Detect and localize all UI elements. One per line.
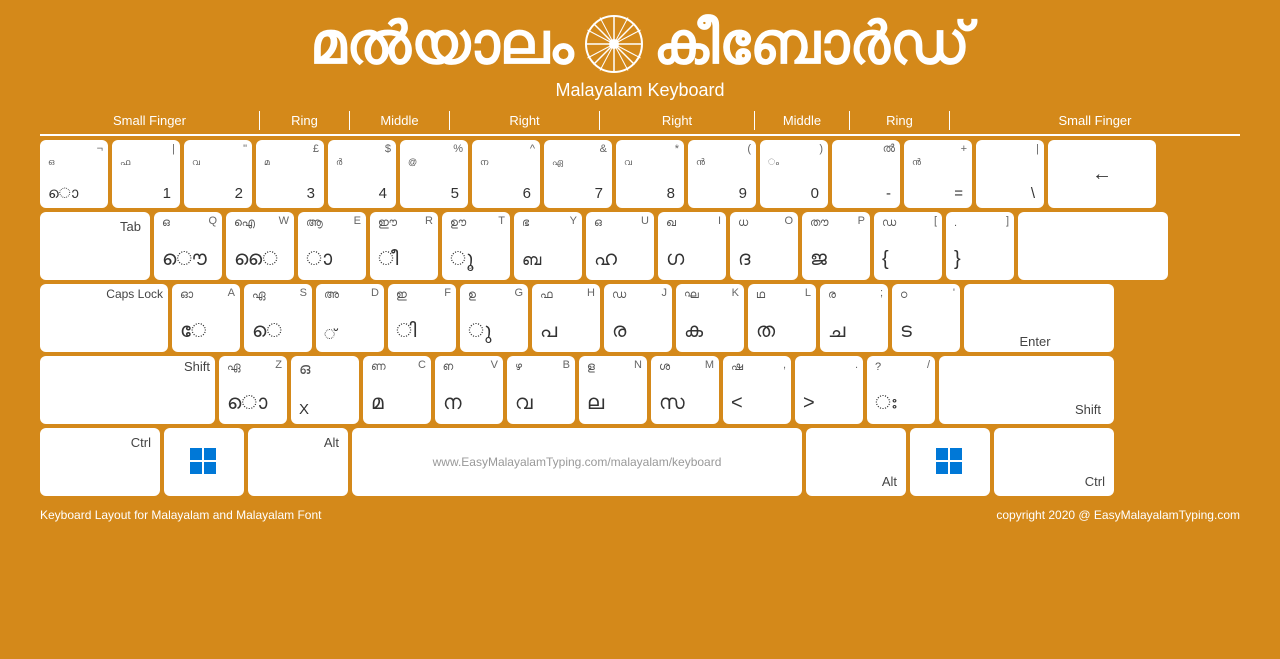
key-space[interactable]: www.EasyMalayalamTyping.com/malayalam/ke… — [352, 428, 802, 496]
key-alt-right[interactable]: Alt — [806, 428, 906, 496]
finger-label-ring-right: Ring — [850, 111, 950, 130]
key-backslash[interactable]: | \ — [976, 140, 1044, 208]
key-slash[interactable]: ? ഃ / — [867, 356, 935, 424]
key-backtick[interactable]: ¬ ഒ ൊ — [40, 140, 108, 208]
space-url: www.EasyMalayalamTyping.com/malayalam/ke… — [433, 455, 722, 469]
footer-left: Keyboard Layout for Malayalam and Malaya… — [40, 508, 321, 522]
key-k[interactable]: ഘ ക K — [676, 284, 744, 352]
key-shift-left[interactable]: Shift — [40, 356, 215, 424]
key-b[interactable]: ഴ വ B — [507, 356, 575, 424]
key-q[interactable]: ഒ ൌ Q — [154, 212, 222, 280]
key-semicolon[interactable]: ര ച ; — [820, 284, 888, 352]
key-g[interactable]: ഉ ു G — [460, 284, 528, 352]
key-shift-right[interactable]: Shift — [939, 356, 1114, 424]
wheel-icon — [584, 14, 644, 74]
key-e[interactable]: ആ ാ E — [298, 212, 366, 280]
finger-label-right-left: Right — [450, 111, 600, 130]
key-4[interactable]: $ ർ 4 — [328, 140, 396, 208]
zxcv-row: Shift ഏ ൊ Z ഒ X ണ — [40, 356, 1240, 424]
keyboard: ¬ ഒ ൊ | ഫ 1 " വ 2 — [40, 140, 1240, 500]
key-backspace[interactable]: ← — [1048, 140, 1156, 208]
key-minus[interactable]: ൽ - — [832, 140, 900, 208]
key-8[interactable]: * വ 8 — [616, 140, 684, 208]
key-t[interactable]: ഊ ൂ T — [442, 212, 510, 280]
subtitle: Malayalam Keyboard — [555, 80, 724, 101]
key-7[interactable]: & ഏ 7 — [544, 140, 612, 208]
asdf-row: Caps Lock ഓ േ A ഏ െ S — [40, 284, 1240, 352]
key-x[interactable]: ഒ X — [291, 356, 359, 424]
key-6[interactable]: ^ ന 6 — [472, 140, 540, 208]
key-comma[interactable]: ഷ < , — [723, 356, 791, 424]
key-ctrl-left[interactable]: Ctrl — [40, 428, 160, 496]
key-2[interactable]: " വ 2 — [184, 140, 252, 208]
key-l[interactable]: ഥ ത L — [748, 284, 816, 352]
finger-label-small-right: Small Finger — [950, 111, 1240, 130]
key-h[interactable]: ഫ പ H — [532, 284, 600, 352]
key-r[interactable]: ഈ ീ R — [370, 212, 438, 280]
key-win-left[interactable] — [164, 428, 244, 496]
finger-label-right-right: Right — [600, 111, 755, 130]
finger-label-middle-left: Middle — [350, 111, 450, 130]
key-enter-2[interactable]: Enter — [964, 284, 1114, 352]
number-row: ¬ ഒ ൊ | ഫ 1 " വ 2 — [40, 140, 1240, 208]
key-1[interactable]: | ഫ 1 — [112, 140, 180, 208]
key-f[interactable]: ഇ ി F — [388, 284, 456, 352]
key-c[interactable]: ണ മ C — [363, 356, 431, 424]
key-s[interactable]: ഏ െ S — [244, 284, 312, 352]
key-z[interactable]: ഏ ൊ Z — [219, 356, 287, 424]
footer: Keyboard Layout for Malayalam and Malaya… — [40, 508, 1240, 522]
key-i[interactable]: ഖ ഗ I — [658, 212, 726, 280]
key-v[interactable]: ഩ ന V — [435, 356, 503, 424]
key-a[interactable]: ഓ േ A — [172, 284, 240, 352]
key-w[interactable]: ഐ ൈ W — [226, 212, 294, 280]
finger-label-small-left: Small Finger — [40, 111, 260, 130]
finger-labels-row: Small Finger Ring Middle Right Right Mid… — [40, 111, 1240, 136]
key-u[interactable]: ഒ ഹ U — [586, 212, 654, 280]
key-quote[interactable]: ഠ ട ' — [892, 284, 960, 352]
key-period[interactable]: > . — [795, 356, 863, 424]
key-p[interactable]: തൗ ജ P — [802, 212, 870, 280]
key-d[interactable]: അ ് D — [316, 284, 384, 352]
key-5[interactable]: % @ 5 — [400, 140, 468, 208]
key-equals[interactable]: + ൻ = — [904, 140, 972, 208]
key-bracket-close[interactable]: . } ] — [946, 212, 1014, 280]
key-y[interactable]: ഭ ബ Y — [514, 212, 582, 280]
title-malayalam: മല്‍യാലം — [310, 10, 574, 78]
key-bracket-open[interactable]: ഡ { [ — [874, 212, 942, 280]
finger-label-ring-left: Ring — [260, 111, 350, 130]
key-0[interactable]: ) ം 0 — [760, 140, 828, 208]
title-keyboard: കീബോർഡ് — [654, 10, 970, 78]
footer-right: copyright 2020 @ EasyMalayalamTyping.com — [996, 508, 1240, 522]
key-j[interactable]: ഡ ര J — [604, 284, 672, 352]
key-ctrl-right[interactable]: Ctrl — [994, 428, 1114, 496]
key-3[interactable]: £ മ 3 — [256, 140, 324, 208]
key-9[interactable]: ( ൻ 9 — [688, 140, 756, 208]
key-m[interactable]: ശ സ M — [651, 356, 719, 424]
key-win-right[interactable] — [910, 428, 990, 496]
key-caps-lock[interactable]: Caps Lock — [40, 284, 168, 352]
qwerty-row: Tab ഒ ൌ Q ഐ ൈ W — [40, 212, 1240, 280]
bottom-row: Ctrl Alt — [40, 428, 1240, 496]
key-o[interactable]: ധ ദ O — [730, 212, 798, 280]
key-n[interactable]: ള ല N — [579, 356, 647, 424]
key-alt-left[interactable]: Alt — [248, 428, 348, 496]
finger-label-middle-right: Middle — [755, 111, 850, 130]
key-enter[interactable] — [1018, 212, 1168, 280]
key-tab[interactable]: Tab — [40, 212, 150, 280]
